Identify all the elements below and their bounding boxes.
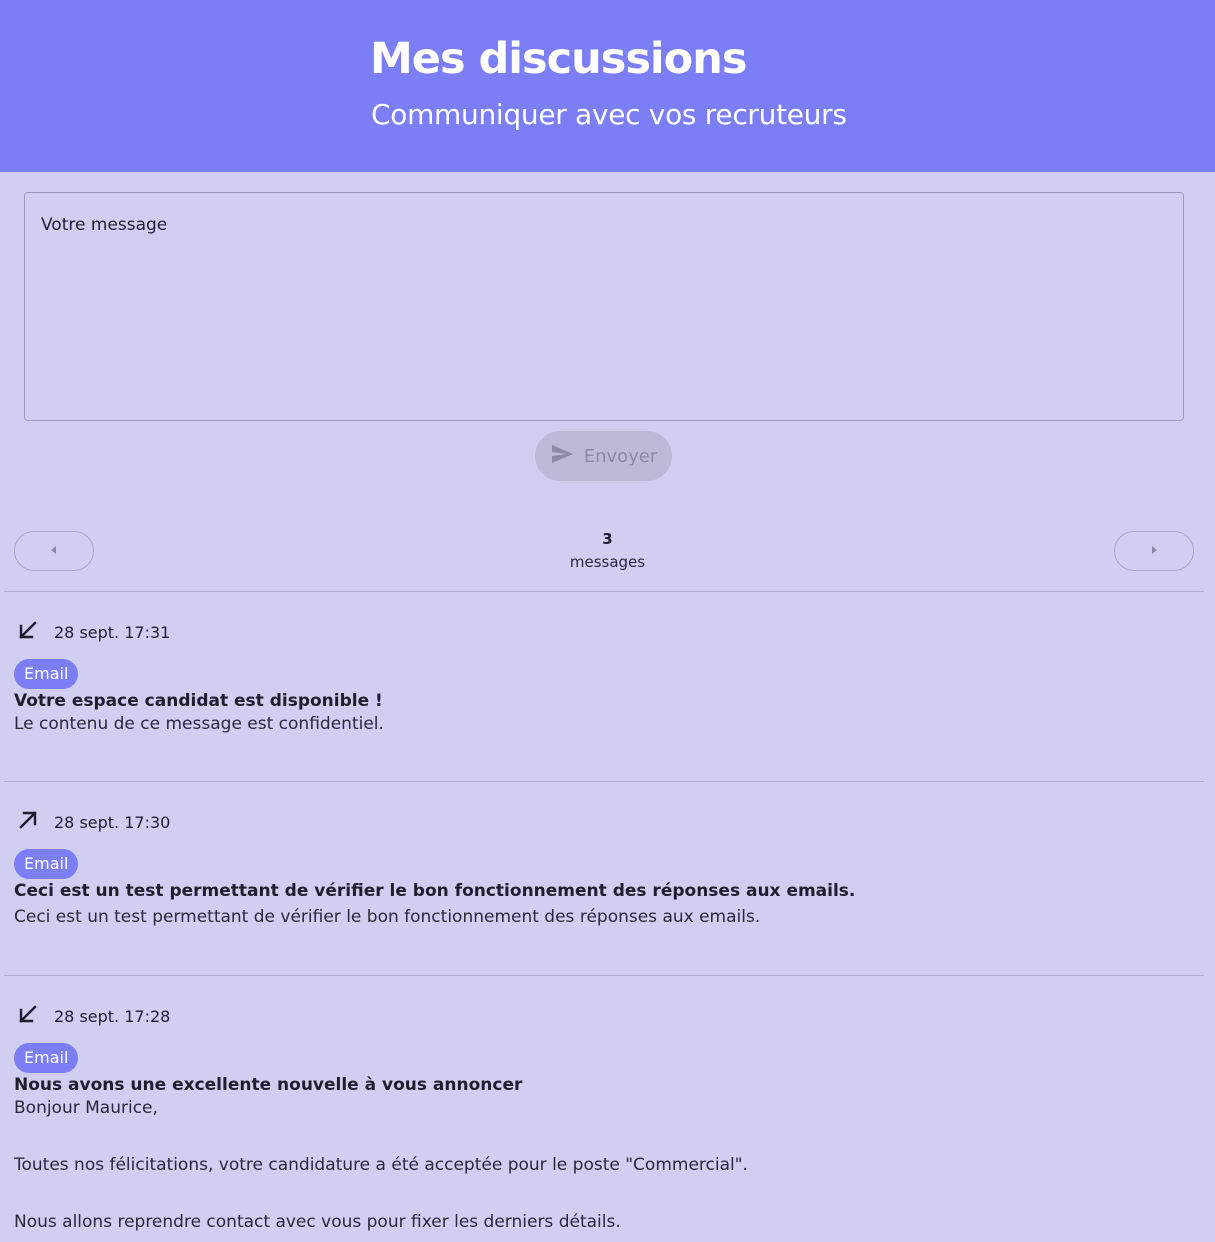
- divider: [4, 781, 1204, 782]
- next-page-button[interactable]: [1114, 531, 1194, 571]
- channel-badge: Email: [14, 849, 79, 879]
- message-item[interactable]: 28 sept. 17:30 Email Ceci est un test pe…: [14, 809, 1194, 927]
- message-body: Bonjour Maurice, Toutes nos félicitation…: [14, 1098, 748, 1232]
- channel-badge: Email: [14, 1043, 79, 1073]
- message-date: 28 sept. 17:28: [54, 1006, 171, 1026]
- message-count-label: messages: [569, 553, 646, 571]
- page-title: Mes discussions: [370, 34, 747, 84]
- message-count: 3: [602, 530, 613, 548]
- send-icon: [550, 442, 574, 471]
- message-subject: Votre espace candidat est disponible !: [14, 691, 383, 711]
- channel-badge: Email: [14, 659, 79, 689]
- message-body: Ceci est un test permettant de vérifier …: [14, 907, 761, 927]
- page-header: Mes discussions Communiquer avec vos rec…: [0, 0, 1215, 172]
- send-button-label: Envoyer: [583, 445, 658, 467]
- message-item[interactable]: 28 sept. 17:31 Email Votre espace candid…: [14, 619, 1194, 734]
- message-date: 28 sept. 17:30: [54, 812, 171, 832]
- message-subject: Ceci est un test permettant de vérifier …: [14, 881, 856, 901]
- send-button[interactable]: Envoyer: [535, 431, 672, 481]
- page-subtitle: Communiquer avec vos recruteurs: [371, 98, 847, 131]
- message-item[interactable]: 28 sept. 17:28 Email Nous avons une exce…: [14, 1003, 1194, 1237]
- divider: [4, 591, 1204, 592]
- divider: [4, 975, 1204, 976]
- message-body: Le contenu de ce message est confidentie…: [14, 714, 384, 734]
- arrow-down-left-icon: [14, 1002, 40, 1030]
- message-input[interactable]: [24, 192, 1184, 421]
- message-date: 28 sept. 17:31: [54, 622, 171, 642]
- arrow-up-right-icon: [14, 808, 40, 836]
- arrow-down-left-icon: [14, 618, 40, 646]
- caret-right-icon: [1148, 544, 1160, 559]
- message-subject: Nous avons une excellente nouvelle à vou…: [14, 1075, 523, 1095]
